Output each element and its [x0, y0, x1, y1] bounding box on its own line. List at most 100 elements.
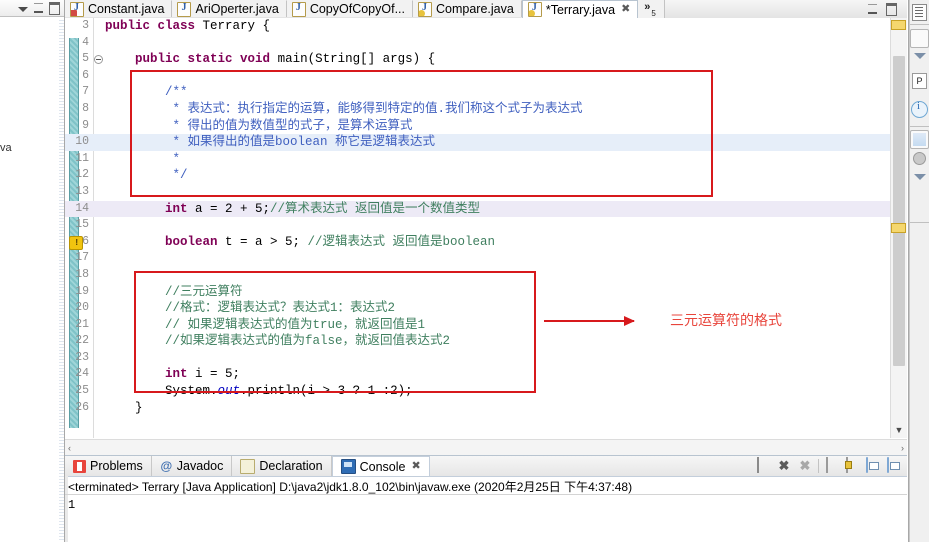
package-explorer-icon[interactable] [910, 29, 929, 48]
problems-view-stub[interactable]: P [912, 73, 927, 89]
maximize-icon[interactable] [886, 2, 897, 16]
editor-tab-constant-java[interactable]: Constant.java [65, 0, 173, 17]
code-line[interactable]: 12 */ [65, 167, 907, 184]
editor-tab-copyofcopyof[interactable]: CopyOfCopyOf... [286, 0, 413, 17]
line-number: 3 [82, 19, 89, 32]
code-line[interactable]: 23 [65, 350, 907, 367]
code-line[interactable]: 16 boolean t = a > 5; //逻辑表达式 返回值是boolea… [65, 234, 907, 251]
code-token: * 得出的值为数值型的式子，是算术运算式 [105, 118, 413, 133]
minimize-icon[interactable] [34, 3, 43, 13]
code-line[interactable]: 22 //如果逻辑表达式的值为false，就返回值表达式2 [65, 333, 907, 350]
minimize-icon[interactable] [868, 4, 877, 14]
maximize-icon[interactable] [49, 1, 60, 15]
left-view-stub: va [0, 0, 65, 542]
right-stub-divider [909, 0, 910, 542]
javadoc-icon: @ [160, 458, 173, 473]
code-line[interactable]: 8 * 表达式：执行指定的运算，能够得到特定的值.我们称这个式子为表达式 [65, 101, 907, 118]
display-selected-console-button[interactable] [866, 457, 882, 474]
tab-javadoc[interactable]: @ Javadoc [152, 456, 233, 476]
clear-console-button[interactable] [824, 457, 840, 474]
terminate-button[interactable] [755, 457, 771, 474]
eclipse-ide-window: va Constant.java AriOperter.java CopyOfC… [0, 0, 929, 542]
code-token: public [135, 52, 188, 67]
remove-all-terminated-button[interactable]: ✖ [797, 458, 813, 474]
scroll-left-arrow-icon[interactable]: ‹ [68, 443, 71, 453]
code-line[interactable]: 3 public class Terrary { [65, 18, 907, 35]
remove-launch-button[interactable]: ✖ [776, 458, 792, 474]
code-token: // 如果逻辑表达式的值为true，就返回值是1 [105, 317, 426, 332]
code-line[interactable]: 19 //三元运算符 [65, 284, 907, 301]
code-line[interactable]: 14 int a = 2 + 5;//算术表达式 返回值是一个数值类型 [65, 200, 907, 218]
code-token: System. [105, 384, 218, 399]
editor-tab-compare-java[interactable]: Compare.java [413, 0, 522, 17]
overview-ruler-marker-warning[interactable] [891, 223, 906, 233]
code-line[interactable]: 9 * 得出的值为数值型的式子，是算术运算式 [65, 118, 907, 135]
editor-window-buttons [858, 0, 907, 18]
code-line[interactable]: 26 } [65, 400, 907, 417]
code-line[interactable]: 24 int i = 5; [65, 366, 907, 383]
hierarchy-icon[interactable] [910, 130, 929, 149]
code-token: void [240, 52, 278, 67]
warning-marker-icon[interactable] [69, 235, 83, 251]
line-number: 18 [75, 267, 89, 281]
restore-icon[interactable] [911, 174, 928, 191]
view-menu-chevron-down-icon[interactable] [18, 7, 28, 12]
bottom-panel: Problems @ Javadoc Declaration Console ✖… [65, 455, 907, 542]
editor-tab-overflow-button[interactable]: » 5 [638, 0, 665, 18]
editor-tab-terrary-java[interactable]: *Terrary.java ✖ [521, 0, 639, 18]
code-text: // 如果逻辑表达式的值为true，就返回值是1 [105, 317, 425, 334]
line-number: 22 [75, 334, 89, 348]
code-line[interactable]: 4 [65, 35, 907, 52]
editor-horizontal-scrollbar[interactable]: ‹ › [65, 439, 907, 455]
close-icon[interactable]: ✖ [411, 461, 420, 472]
scroll-lock-button[interactable] [845, 457, 861, 474]
overview-ruler-marker-top[interactable] [891, 20, 906, 30]
code-line[interactable]: 25 System.out.println(i > 3 ? 1 :2); [65, 383, 907, 400]
scroll-right-arrow-icon[interactable]: › [901, 443, 904, 453]
javadoc-info-icon[interactable] [911, 100, 928, 118]
editor-vertical-scrollbar[interactable]: ▲ ▼ [890, 18, 907, 438]
left-view-stub-toolbar [0, 0, 64, 17]
minimize-view-icon[interactable] [911, 53, 928, 70]
line-number: 11 [75, 151, 89, 165]
code-line[interactable]: 6 [65, 68, 907, 85]
code-text: * [105, 151, 181, 168]
open-console-button[interactable] [887, 457, 903, 474]
code-text: //格式：逻辑表达式？表达式1：表达式2 [105, 300, 395, 317]
declaration-icon [240, 458, 256, 474]
code-token: static [187, 52, 241, 67]
close-icon[interactable]: ✖ [621, 4, 630, 15]
code-line[interactable]: 5 public static void main(String[] args)… [65, 51, 907, 68]
scrollbar-thumb[interactable] [893, 56, 905, 366]
members-icon[interactable] [911, 152, 928, 169]
code-line[interactable]: 10 * 如果得出的值是boolean 称它是逻辑表达式 [65, 134, 907, 151]
tab-declaration[interactable]: Declaration [232, 456, 332, 476]
code-editor[interactable]: 3 public class Terrary {4 5 public static … [65, 18, 907, 438]
code-line[interactable]: 18 [65, 267, 907, 284]
console-icon [340, 459, 356, 474]
editor-tab-arioperter-java[interactable]: AriOperter.java [172, 0, 287, 17]
editor-tab-bar: Constant.java AriOperter.java CopyOfCopy… [65, 0, 907, 19]
tab-console[interactable]: Console ✖ [331, 456, 430, 476]
code-token: //格式：逻辑表达式？表达式1：表达式2 [105, 301, 396, 316]
console-status-line: <terminated> Terrary [Java Application] … [68, 480, 633, 494]
fold-collapse-icon[interactable] [94, 55, 103, 65]
tab-problems[interactable]: Problems [65, 456, 152, 476]
editor-tab-label: Compare.java [436, 2, 514, 16]
line-number: 6 [82, 68, 89, 82]
code-line[interactable]: 17 [65, 250, 907, 267]
code-token: a = 2 + 5; [195, 201, 271, 216]
code-lines[interactable]: 3 public class Terrary {4 5 public static … [65, 18, 907, 438]
code-line[interactable]: 11 * [65, 151, 907, 168]
code-line[interactable]: 7 /** [65, 84, 907, 101]
code-token: int [165, 367, 196, 382]
code-line[interactable]: 15 [65, 217, 907, 234]
console-toolbar: ✖ ✖ [755, 457, 903, 474]
scroll-down-arrow-icon[interactable]: ▼ [891, 422, 907, 438]
outline-view-icon[interactable] [912, 4, 927, 21]
line-number: 8 [82, 101, 89, 115]
code-line[interactable]: 13 [65, 184, 907, 201]
code-text: System.out.println(i > 3 ? 1 :2); [105, 383, 413, 400]
